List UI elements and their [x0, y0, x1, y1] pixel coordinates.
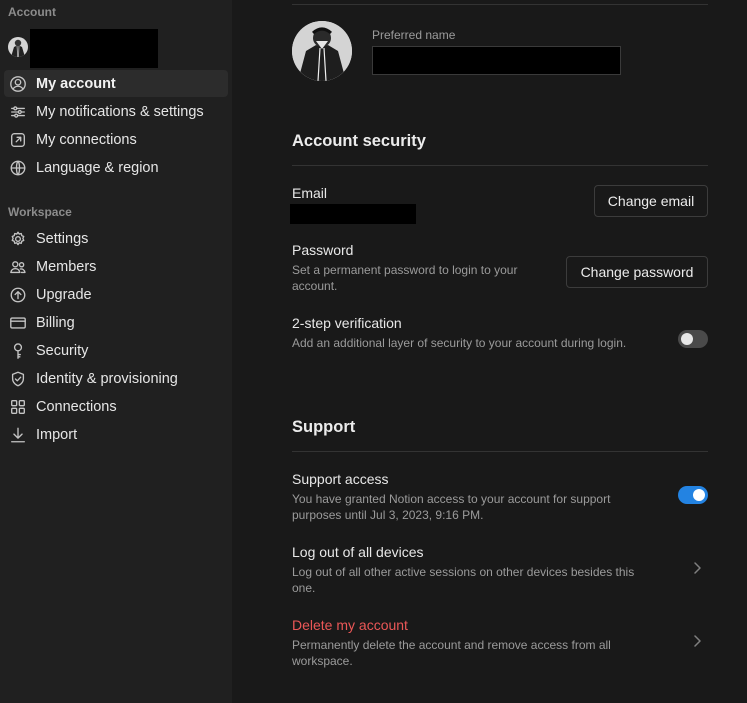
delete-account-description: Permanently delete the account and remov…	[292, 638, 611, 668]
chevron-right-icon[interactable]	[692, 561, 704, 575]
logout-all-description: Log out of all other active sessions on …	[292, 565, 635, 595]
two-step-description: Add an additional layer of security to y…	[292, 336, 627, 350]
sidebar-item-security[interactable]: Security	[4, 337, 228, 364]
sidebar-item-label: Members	[36, 258, 97, 275]
shield-check-icon	[8, 369, 28, 389]
password-label: Password	[292, 242, 354, 258]
gear-icon	[8, 229, 28, 249]
delete-account-label[interactable]: Delete my account	[292, 617, 408, 633]
toggle-knob	[693, 489, 705, 501]
sidebar-item-label: Import	[36, 426, 78, 443]
sidebar-item-label: Security	[36, 342, 89, 359]
avatar	[8, 37, 28, 57]
globe-icon	[8, 158, 28, 178]
account-security-heading: Account security	[292, 132, 426, 150]
divider	[292, 4, 708, 5]
support-access-toggle[interactable]	[678, 486, 708, 504]
two-step-toggle[interactable]	[678, 330, 708, 348]
sidebar-item-label: Identity & provisioning	[36, 370, 178, 387]
account-switcher[interactable]	[0, 28, 232, 68]
account-settings-panel: Preferred name Account security Email Ch…	[232, 0, 747, 703]
sidebar-item-language[interactable]: Language & region	[4, 154, 228, 181]
sidebar-item-label: Connections	[36, 398, 117, 415]
sidebar-item-label: My notifications & settings	[36, 103, 204, 120]
external-link-icon	[8, 130, 28, 150]
divider	[292, 165, 708, 166]
toggle-knob	[681, 333, 693, 345]
sidebar-item-members[interactable]: Members	[4, 253, 228, 280]
preferred-name-input[interactable]	[372, 46, 621, 75]
user-circle-icon	[8, 74, 28, 94]
password-description: Set a permanent password to login to you…	[292, 263, 518, 293]
members-icon	[8, 257, 28, 277]
change-email-button[interactable]: Change email	[594, 185, 708, 217]
sliders-icon	[8, 102, 28, 122]
credit-card-icon	[8, 313, 28, 333]
sidebar-item-label: Language & region	[36, 159, 159, 176]
change-password-button[interactable]: Change password	[566, 256, 708, 288]
sidebar-item-identity[interactable]: Identity & provisioning	[4, 365, 228, 392]
workspace-section-label: Workspace	[8, 205, 72, 219]
sidebar-item-my-account[interactable]: My account	[4, 70, 228, 97]
support-access-description: You have granted Notion access to your a…	[292, 492, 611, 522]
sidebar-item-billing[interactable]: Billing	[4, 309, 228, 336]
support-access-label: Support access	[292, 471, 389, 487]
sidebar-item-label: My connections	[36, 131, 137, 148]
logout-all-label[interactable]: Log out of all devices	[292, 544, 424, 560]
sidebar-item-notifications[interactable]: My notifications & settings	[4, 98, 228, 125]
sidebar-item-label: Settings	[36, 230, 89, 247]
sidebar-item-label: My account	[36, 75, 116, 92]
upgrade-icon	[8, 285, 28, 305]
support-heading: Support	[292, 418, 356, 436]
grid-icon	[8, 397, 28, 417]
sidebar-item-settings[interactable]: Settings	[4, 225, 228, 252]
account-name-redacted	[30, 29, 158, 68]
email-value-redacted	[290, 204, 416, 224]
sidebar-item-label: Billing	[36, 314, 75, 331]
sidebar-item-upgrade[interactable]: Upgrade	[4, 281, 228, 308]
profile-photo[interactable]	[292, 21, 352, 81]
account-section-label: Account	[8, 5, 56, 19]
sidebar-item-connections[interactable]: Connections	[4, 393, 228, 420]
sidebar-item-label: Upgrade	[36, 286, 92, 303]
sidebar-item-import[interactable]: Import	[4, 421, 228, 448]
sidebar-item-connections-personal[interactable]: My connections	[4, 126, 228, 153]
divider	[292, 451, 708, 452]
email-label: Email	[292, 185, 328, 201]
chevron-right-icon[interactable]	[692, 634, 704, 648]
preferred-name-label: Preferred name	[372, 28, 456, 42]
settings-sidebar: Account My account My notifications & se…	[0, 0, 232, 703]
import-icon	[8, 425, 28, 445]
key-icon	[8, 341, 28, 361]
two-step-label: 2-step verification	[292, 315, 402, 331]
